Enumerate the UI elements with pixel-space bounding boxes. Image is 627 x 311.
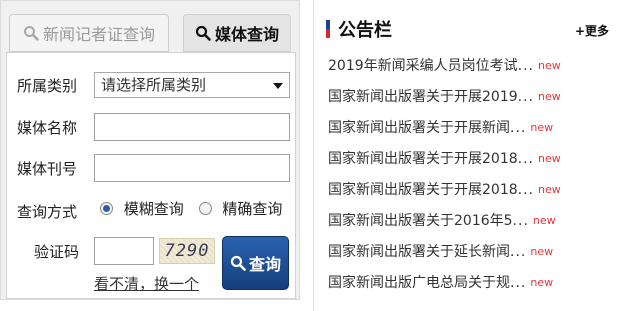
media-query-form: 所属类别 请选择所属类别 媒体名称 媒体刊号 查询方式 模糊查询 精确查询 验证…: [6, 52, 296, 299]
search-icon: [195, 25, 211, 41]
media-name-label: 媒体名称: [17, 119, 78, 137]
search-panel: 新闻记者证查询 媒体查询 所属类别 请选择所属类别 媒体名称 媒体刊号 查询方式…: [0, 0, 300, 300]
category-select[interactable]: 请选择所属类别: [94, 72, 290, 98]
search-icon: [230, 255, 246, 271]
tab-label: 媒体查询: [214, 25, 279, 44]
column-divider: [313, 0, 314, 311]
captcha-code: 7290: [164, 241, 210, 261]
query-button[interactable]: 查询: [222, 236, 289, 290]
news-title[interactable]: 国家新闻出版署关于开展2018: [328, 151, 518, 167]
tab-media-query[interactable]: 媒体查询: [183, 14, 291, 52]
tab-label: 新闻记者证查询: [42, 25, 155, 44]
media-issue-label: 媒体刊号: [17, 160, 78, 178]
radio-exact[interactable]: [198, 202, 212, 215]
list-item[interactable]: 国家新闻出版署关于开展2018... new: [328, 148, 618, 179]
new-badge: new: [538, 59, 561, 72]
news-title[interactable]: 国家新闻出版广电总局关于规: [328, 275, 510, 291]
captcha-label: 验证码: [34, 243, 80, 261]
list-item[interactable]: 国家新闻出版署关于开展2018... new: [328, 179, 618, 210]
query-mode-group: 模糊查询 精确查询: [100, 201, 295, 218]
radio-fuzzy[interactable]: [100, 202, 113, 215]
new-badge: new: [538, 183, 561, 196]
radio-exact-label[interactable]: 精确查询: [222, 200, 282, 218]
news-title[interactable]: 国家新闻出版署关于开展2019: [328, 89, 518, 105]
query-mode-label: 查询方式: [17, 203, 78, 221]
more-link[interactable]: +更多: [575, 22, 609, 39]
caret-down-icon: [273, 83, 283, 89]
new-badge: new: [530, 121, 554, 134]
list-item[interactable]: 国家新闻出版署关于延长新闻... new: [328, 241, 618, 272]
list-item[interactable]: 国家新闻出版署关于开展新闻... new: [328, 117, 618, 148]
new-badge: new: [530, 276, 554, 289]
media-issue-input[interactable]: [94, 154, 290, 182]
captcha-image[interactable]: 7290: [159, 238, 215, 264]
list-item[interactable]: 国家新闻出版署关于开展2019... new: [328, 86, 618, 117]
refresh-captcha-link[interactable]: 看不清，换一个: [94, 273, 199, 294]
bulletin-title-marker: [326, 20, 330, 38]
new-badge: new: [538, 152, 561, 165]
news-title[interactable]: 国家新闻出版署关于开展新闻: [328, 120, 510, 136]
news-title[interactable]: 国家新闻出版署关于延长新闻: [328, 244, 510, 260]
list-item[interactable]: 国家新闻出版广电总局关于规... new: [328, 272, 618, 303]
radio-fuzzy-label[interactable]: 模糊查询: [124, 200, 184, 218]
bulletin-title: 公告栏: [338, 20, 392, 41]
query-button-label: 查询: [248, 255, 281, 274]
new-badge: new: [532, 214, 556, 227]
media-name-input[interactable]: [94, 113, 290, 141]
bulletin-list: 2019年新闻采编人员岗位考试... new 国家新闻出版署关于开展2019...…: [328, 55, 618, 303]
list-item[interactable]: 国家新闻出版署关于2016年5... new: [328, 210, 618, 241]
news-title[interactable]: 2019年新闻采编人员岗位考试: [328, 58, 518, 74]
news-title[interactable]: 国家新闻出版署关于2016年5: [328, 213, 513, 229]
news-title[interactable]: 国家新闻出版署关于开展2018: [328, 182, 518, 198]
category-label: 所属类别: [17, 77, 78, 95]
search-icon: [23, 25, 39, 41]
new-badge: new: [538, 90, 561, 103]
captcha-input[interactable]: [94, 237, 154, 265]
category-select-value: 请选择所属类别: [101, 76, 207, 94]
new-badge: new: [530, 245, 554, 258]
list-item[interactable]: 2019年新闻采编人员岗位考试... new: [328, 55, 618, 86]
tab-reporter-card-query[interactable]: 新闻记者证查询: [9, 14, 169, 52]
